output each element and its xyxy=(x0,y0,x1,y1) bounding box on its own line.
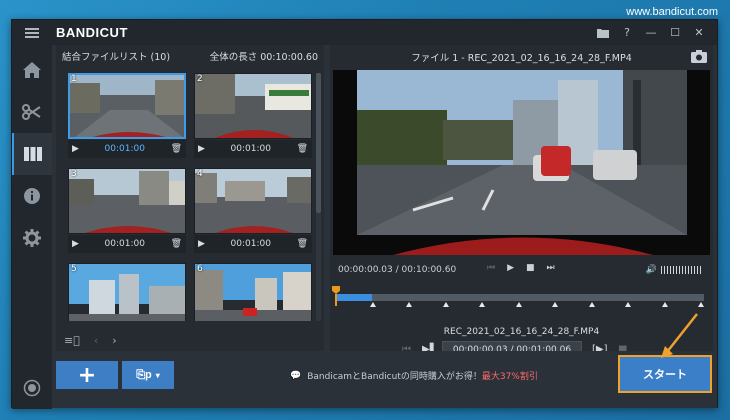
next-frame-icon[interactable]: ⏭ xyxy=(547,263,555,273)
trash-icon[interactable]: 🗑 xyxy=(297,144,308,154)
thumbnail-duration: 00:01:00 xyxy=(230,239,271,249)
stop-icon[interactable]: ■ xyxy=(526,263,535,273)
thumbnail-image xyxy=(194,263,312,321)
play-icon[interactable]: ▶ xyxy=(72,144,79,154)
add-file-button[interactable]: + xyxy=(56,361,118,389)
thumbnail-4[interactable]: 4 ▶ 00:01:00 🗑 xyxy=(194,168,312,256)
preview-panel: ファイル 1 - REC_2021_02_16_16_24_28_F.MP4 0… xyxy=(330,45,713,359)
chat-icon: 💬 xyxy=(290,370,302,381)
chevron-down-icon: ▾ xyxy=(155,370,160,380)
minimize-button[interactable]: — xyxy=(639,20,663,45)
thumbnail-number: 6 xyxy=(197,264,203,274)
thumbnail-3[interactable]: 3 ▶ 00:01:00 🗑 xyxy=(68,168,186,256)
help-button[interactable]: ? xyxy=(615,20,639,45)
thumbnail-5[interactable]: 5 xyxy=(68,263,186,321)
sidebar-item-cut[interactable] xyxy=(12,91,52,133)
thumbnail-image xyxy=(68,73,186,139)
thumbnail-1[interactable]: 1 ▶ 00:01:00 🗑 xyxy=(68,73,186,161)
play-icon[interactable]: ▶ xyxy=(72,239,79,249)
file-title: ファイル 1 - REC_2021_02_16_16_24_28_F.MP4 xyxy=(411,53,632,64)
chevron-left-icon[interactable]: ‹ xyxy=(94,334,98,347)
maximize-button[interactable]: ☐ xyxy=(663,20,687,45)
total-length: 全体の長さ 00:10:00.60 xyxy=(209,52,318,63)
play-icon[interactable]: ▶ xyxy=(198,239,205,249)
logo-text-bandi: BANDI xyxy=(56,25,100,40)
annotation-arrow xyxy=(661,313,698,358)
trash-icon[interactable]: 🗑 xyxy=(297,239,308,249)
format-icon: ⎘p xyxy=(136,368,152,381)
merge-icon xyxy=(24,147,42,161)
gear-icon xyxy=(23,229,41,247)
bottom-bar: + ⎘p ▾ 💬 BandicamとBandicutの同時購入がお得！最大37%… xyxy=(52,351,717,408)
thumbnail-duration: 00:01:00 xyxy=(104,144,145,154)
time-display: 00:00:00.03 / 00:10:00.60 xyxy=(338,265,457,275)
hamburger-menu-icon[interactable] xyxy=(12,20,52,45)
info-icon xyxy=(24,188,40,204)
promo-banner[interactable]: 💬 BandicamとBandicutの同時購入がお得！最大37%割引 xyxy=(290,369,538,383)
play-icon[interactable]: ▶ xyxy=(507,263,514,273)
thumbnail-2[interactable]: 2 ▶ 00:01:00 🗑 xyxy=(194,73,312,161)
volume-icon[interactable]: 🔊 xyxy=(646,265,657,275)
list-view-icon[interactable]: ≡⃞ xyxy=(64,334,80,347)
thumbnail-image xyxy=(68,168,186,234)
thumbnail-6[interactable]: 6 xyxy=(194,263,312,321)
title-bar: BANDICUT ? — ☐ ✕ xyxy=(12,20,717,45)
watermark-text: www.bandicut.com xyxy=(626,6,718,18)
timeline-progress xyxy=(336,294,372,301)
timeline[interactable] xyxy=(332,286,704,309)
video-preview[interactable] xyxy=(333,70,710,255)
home-icon xyxy=(23,62,41,78)
thumbnail-image xyxy=(194,168,312,234)
thumbnail-image xyxy=(68,263,186,321)
promo-highlight: 最大37%割引 xyxy=(481,372,538,382)
chevron-right-icon[interactable]: › xyxy=(112,334,116,347)
app-logo: BANDICUT xyxy=(56,25,128,40)
promo-text: BandicamとBandicutの同時購入がお得！ xyxy=(307,372,482,382)
output-format-button[interactable]: ⎘p ▾ xyxy=(122,361,174,389)
logo-text-cut: CUT xyxy=(99,25,128,40)
sidebar-item-info[interactable] xyxy=(12,175,52,217)
thumbnail-grid: 1 ▶ 00:01:00 🗑 2 ▶ 00:01:00 🗑 3 ▶ 00:01:… xyxy=(62,73,312,321)
thumbnail-duration: 00:01:00 xyxy=(230,144,271,154)
trash-icon[interactable]: 🗑 xyxy=(171,239,182,249)
sidebar-item-settings[interactable] xyxy=(12,217,52,259)
volume-slider[interactable] xyxy=(661,266,703,274)
camera-icon[interactable] xyxy=(691,50,707,63)
thumbnail-duration: 00:01:00 xyxy=(104,239,145,249)
trash-icon[interactable]: 🗑 xyxy=(171,144,182,154)
list-scrollbar[interactable] xyxy=(316,73,321,321)
thumbnail-number: 4 xyxy=(197,169,203,179)
cut-icon xyxy=(22,104,41,120)
sidebar-item-record[interactable] xyxy=(12,367,52,409)
thumbnail-image xyxy=(194,73,312,139)
record-icon xyxy=(23,379,41,397)
thumbnail-number: 2 xyxy=(197,74,203,84)
thumbnail-number: 1 xyxy=(71,74,77,84)
app-window: BANDICUT ? — ☐ ✕ 結合ファイルリスト (10) 全体の長さ 00… xyxy=(11,19,718,409)
prev-frame-icon[interactable]: ⏮ xyxy=(487,263,495,273)
play-icon[interactable]: ▶ xyxy=(198,144,205,154)
merge-list-title: 結合ファイルリスト (10) xyxy=(62,52,171,63)
folder-icon[interactable] xyxy=(591,20,615,45)
close-button[interactable]: ✕ xyxy=(687,20,711,45)
merge-list-panel: 結合ファイルリスト (10) 全体の長さ 00:10:00.60 1 ▶ 00:… xyxy=(56,45,324,351)
sidebar-item-home[interactable] xyxy=(12,49,52,91)
thumbnail-number: 5 xyxy=(71,264,77,274)
thumbnail-number: 3 xyxy=(71,169,77,179)
sidebar-item-merge[interactable] xyxy=(12,133,52,175)
playhead[interactable] xyxy=(332,286,340,294)
sidebar xyxy=(12,45,52,409)
